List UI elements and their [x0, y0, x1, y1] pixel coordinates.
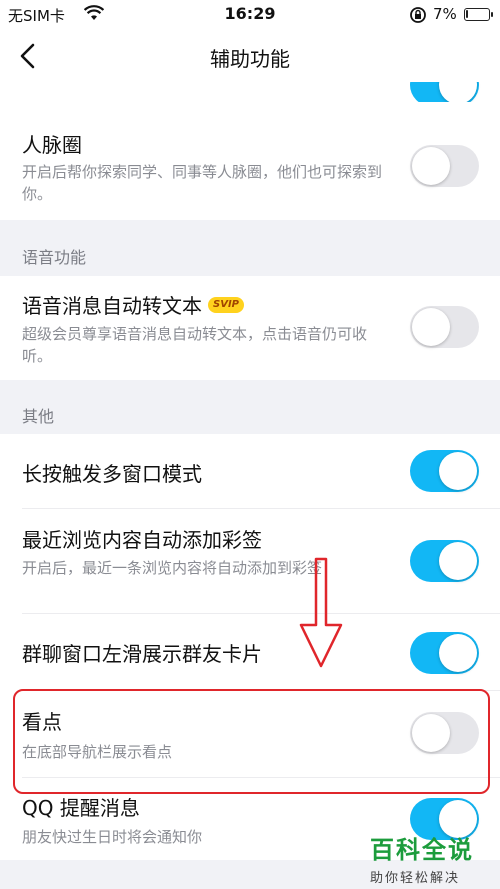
row-title: 人脉圈 — [22, 133, 82, 157]
row-title-text: 语音消息自动转文本 — [22, 294, 202, 318]
row-description: 开启后帮你探索同学、同事等人脉圈，他们也可探索到你。 — [22, 163, 383, 203]
row-title: 长按触发多窗口模式 — [22, 462, 202, 486]
row-title: 最近浏览内容自动添加彩签 — [22, 528, 262, 552]
nav-bar: 辅助功能 — [0, 30, 500, 82]
watermark-subtitle: 助你轻松解决 — [370, 871, 461, 886]
section-header-other: 其他 — [22, 407, 55, 426]
annotation-arrow — [299, 557, 343, 668]
status-bar: 无SIM卡 16:29 7% — [0, 0, 500, 30]
section-header-voice: 语音功能 — [22, 248, 87, 267]
settings-row-auto-tag: 最近浏览内容自动添加彩签 开启后，最近一条浏览内容将自动添加到彩签 — [0, 509, 500, 613]
scrolled-row-peek — [0, 82, 500, 102]
row-description: 朋友快过生日时将会通知你 — [22, 828, 203, 846]
settings-card: 长按触发多窗口模式 最近浏览内容自动添加彩签 开启后，最近一条浏览内容将自动添加… — [0, 434, 500, 860]
settings-row-multi-window: 长按触发多窗口模式 — [0, 434, 500, 508]
settings-row-group-swipe: 群聊窗口左滑展示群友卡片 — [0, 614, 500, 690]
row-title: 语音消息自动转文本 SVIP — [22, 290, 244, 319]
settings-card: 人脉圈 开启后帮你探索同学、同事等人脉圈，他们也可探索到你。 — [0, 102, 500, 220]
settings-row-contacts-circle: 人脉圈 开启后帮你探索同学、同事等人脉圈，他们也可探索到你。 — [0, 102, 500, 220]
battery-percent: 7% — [433, 5, 457, 23]
settings-row-voice-to-text: 语音消息自动转文本 SVIP 超级会员尊享语音消息自动转文本，点击语音仍可收听。 — [0, 276, 500, 380]
annotation-highlight-box — [13, 689, 490, 794]
contacts-circle-toggle[interactable] — [410, 145, 479, 187]
watermark-title: 百科全说 — [370, 836, 474, 864]
multi-window-toggle[interactable] — [410, 450, 479, 492]
row-description: 超级会员尊享语音消息自动转文本，点击语音仍可收听。 — [22, 325, 368, 365]
rotation-lock-icon — [409, 6, 427, 28]
battery-icon — [464, 8, 493, 21]
auto-tag-toggle[interactable] — [410, 540, 479, 582]
row-title: QQ 提醒消息 — [22, 796, 140, 820]
svip-badge: SVIP — [208, 296, 244, 313]
row-title: 群聊窗口左滑展示群友卡片 — [22, 642, 262, 666]
settings-card: 语音消息自动转文本 SVIP 超级会员尊享语音消息自动转文本，点击语音仍可收听。 — [0, 276, 500, 380]
voice-to-text-toggle[interactable] — [410, 306, 479, 348]
toggle-switch[interactable] — [410, 82, 479, 102]
watermark-logo: 百科全说 助你轻松解决 — [370, 830, 495, 886]
group-swipe-toggle[interactable] — [410, 632, 479, 674]
page-title: 辅助功能 — [210, 47, 290, 71]
